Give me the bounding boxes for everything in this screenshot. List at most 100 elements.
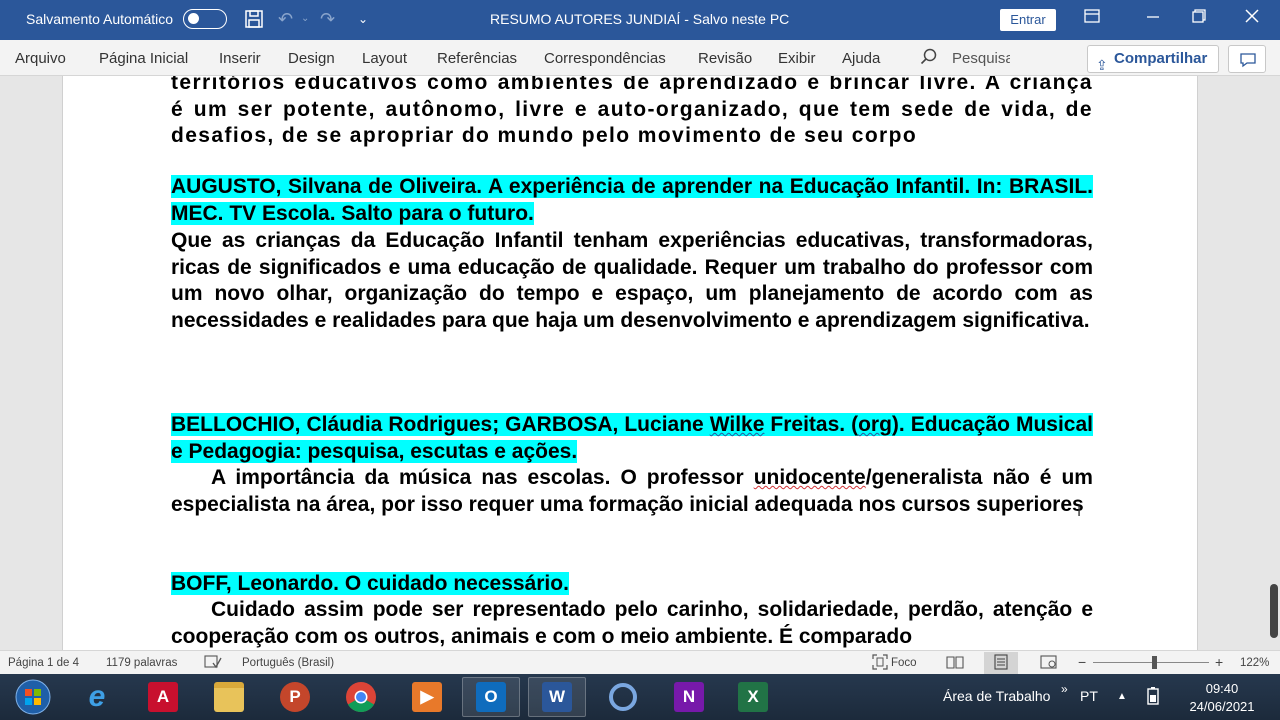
proofing-icon[interactable]: [204, 654, 222, 673]
word-icon: W: [542, 682, 572, 712]
close-icon[interactable]: [1244, 8, 1260, 29]
customize-icon[interactable]: ⌄: [358, 9, 368, 29]
language-indicator[interactable]: PT: [1080, 688, 1098, 704]
tab-correspondencias[interactable]: Correspondências: [544, 50, 666, 67]
ref-text-part: Freitas. (: [764, 413, 859, 436]
taskbar-chrome[interactable]: [332, 677, 390, 717]
vertical-scrollbar-thumb[interactable]: [1270, 584, 1278, 638]
windows-taskbar: e A P ▶ O W N X Área de Trabalho » PT ▲: [0, 674, 1280, 720]
taskbar-powerpoint[interactable]: P: [266, 677, 324, 717]
folder-icon: [214, 682, 244, 712]
undo-icon[interactable]: ↶: [278, 9, 293, 29]
acrobat-icon: A: [148, 682, 178, 712]
ribbon-tabs: Arquivo Página Inicial Inserir Design La…: [0, 40, 1280, 76]
comments-button[interactable]: [1228, 45, 1266, 73]
share-button[interactable]: ⇪ Compartilhar: [1087, 45, 1219, 73]
clock-date: 24/06/2021: [1189, 699, 1255, 714]
tab-inserir[interactable]: Inserir: [219, 50, 261, 67]
taskbar-cortana[interactable]: [594, 677, 652, 717]
spelling-flagged-word: unidocente: [753, 466, 866, 489]
share-icon: ⇪: [1096, 57, 1108, 73]
taskbar-outlook[interactable]: O: [462, 677, 520, 717]
reference-boff-text: BOFF, Leonardo. O cuidado necessário.: [171, 572, 569, 595]
reference-augusto[interactable]: AUGUSTO, Silvana de Oliveira. A experiên…: [171, 174, 1093, 227]
tab-referencias[interactable]: Referências: [437, 50, 517, 67]
zoom-slider[interactable]: [1093, 662, 1209, 663]
zoom-out-icon[interactable]: −: [1078, 654, 1086, 670]
taskbar-media-player[interactable]: ▶: [398, 677, 456, 717]
print-layout-icon: [993, 654, 1009, 673]
comment-icon: [1240, 53, 1256, 68]
paragraph-intro[interactable]: territórios educativos como ambientes de…: [171, 76, 1093, 150]
reference-boff[interactable]: BOFF, Leonardo. O cuidado necessário.: [171, 571, 1093, 598]
para-text-part: Cuidado assim pode ser representado pelo…: [171, 598, 1093, 648]
tab-pagina-inicial[interactable]: Página Inicial: [99, 50, 188, 67]
ref-text-part: BELLOCHIO, Cláudia Rodrigues; GARBOSA, L…: [171, 413, 710, 436]
web-layout-icon[interactable]: [1040, 654, 1058, 673]
read-mode-icon[interactable]: [946, 654, 964, 673]
document-page[interactable]: territórios educativos como ambientes de…: [62, 76, 1198, 650]
zoom-level[interactable]: 122%: [1240, 657, 1269, 669]
reference-bellochio-text: BELLOCHIO, Cláudia Rodrigues; GARBOSA, L…: [171, 413, 1093, 463]
para-text-part: A importância da música nas escolas. O p…: [211, 466, 754, 489]
document-title: RESUMO AUTORES JUNDIAÍ - Salvo neste PC: [490, 11, 790, 27]
ref-text-part-flagged: Wilke: [709, 413, 765, 436]
tab-exibir[interactable]: Exibir: [778, 50, 816, 67]
paragraph-bellochio[interactable]: A importância da música nas escolas. O p…: [171, 465, 1093, 518]
save-icon[interactable]: [244, 9, 264, 33]
toggle-knob: [188, 13, 199, 24]
tab-ajuda[interactable]: Ajuda: [842, 50, 880, 67]
reference-augusto-text: AUGUSTO, Silvana de Oliveira. A experiên…: [171, 175, 1093, 225]
reference-bellochio[interactable]: BELLOCHIO, Cláudia Rodrigues; GARBOSA, L…: [171, 412, 1093, 465]
maximize-icon[interactable]: [1192, 8, 1206, 28]
desktop-toolbar-label[interactable]: Área de Trabalho: [943, 688, 1050, 704]
media-player-icon: ▶: [412, 682, 442, 712]
tray-up-arrow-icon[interactable]: ▲: [1117, 691, 1127, 702]
taskbar-acrobat[interactable]: A: [134, 677, 192, 717]
search-box[interactable]: Pesquisa: [952, 50, 1010, 67]
outlook-icon: O: [476, 682, 506, 712]
word-count[interactable]: 1179 palavras: [106, 657, 177, 669]
onenote-icon: N: [674, 682, 704, 712]
system-clock[interactable]: 09:40 24/06/2021: [1180, 680, 1264, 716]
language[interactable]: Português (Brasil): [242, 657, 334, 669]
chrome-icon: [346, 682, 376, 713]
page-count[interactable]: Página 1 de 4: [8, 657, 79, 669]
tab-revisao[interactable]: Revisão: [698, 50, 752, 67]
excel-icon: X: [738, 682, 768, 712]
tab-layout[interactable]: Layout: [362, 50, 407, 67]
zoom-in-icon[interactable]: +: [1215, 654, 1223, 670]
minimize-icon[interactable]: [1146, 8, 1160, 28]
taskbar-file-explorer[interactable]: [200, 677, 258, 717]
undo-dropdown-icon[interactable]: ⌄: [301, 9, 309, 29]
focus-label[interactable]: Foco: [891, 657, 917, 669]
ribbon-display-icon[interactable]: [1084, 8, 1100, 28]
cortana-icon: [609, 683, 637, 711]
search-icon[interactable]: [920, 48, 938, 66]
clock-time: 09:40: [1205, 681, 1239, 696]
zoom-slider-thumb[interactable]: [1152, 656, 1157, 669]
toolbar-expand-icon[interactable]: »: [1061, 682, 1068, 696]
windows-logo-icon: [15, 679, 51, 715]
text-cursor-icon: I: [1077, 504, 1082, 520]
ref-text-part-flagged: org: [858, 413, 892, 436]
document-canvas[interactable]: territórios educativos como ambientes de…: [0, 76, 1280, 650]
focus-icon[interactable]: [872, 654, 888, 673]
start-button[interactable]: [4, 677, 62, 717]
taskbar-excel[interactable]: X: [724, 677, 782, 717]
battery-icon[interactable]: [1144, 686, 1162, 709]
redo-icon[interactable]: ↷: [320, 9, 335, 29]
paragraph-boff[interactable]: Cuidado assim pode ser representado pelo…: [171, 597, 1093, 650]
signin-button[interactable]: Entrar: [1000, 9, 1056, 31]
title-bar: Salvamento Automático ↶ ⌄ ↷ ⌄ RESUMO AUT…: [0, 0, 1280, 40]
status-bar: Página 1 de 4 1179 palavras Português (B…: [0, 650, 1280, 674]
powerpoint-icon: P: [280, 682, 310, 712]
taskbar-internet-explorer[interactable]: e: [68, 677, 126, 717]
taskbar-onenote[interactable]: N: [660, 677, 718, 717]
tab-design[interactable]: Design: [288, 50, 335, 67]
taskbar-word[interactable]: W: [528, 677, 586, 717]
autosave-toggle[interactable]: [183, 9, 227, 29]
paragraph-augusto[interactable]: Que as crianças da Educação Infantil ten…: [171, 228, 1093, 334]
tab-arquivo[interactable]: Arquivo: [15, 50, 66, 67]
autosave-label: Salvamento Automático: [26, 11, 174, 27]
